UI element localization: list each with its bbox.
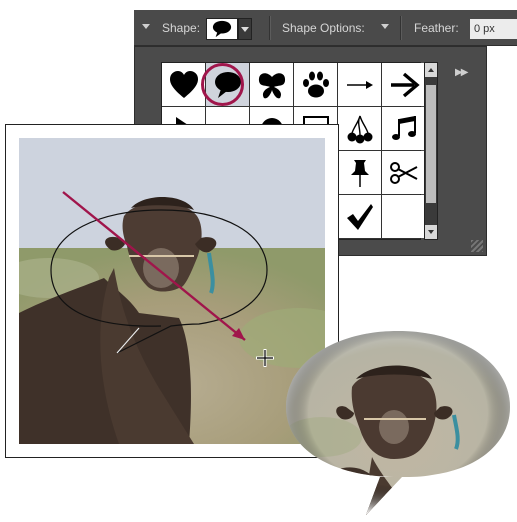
pushpin-icon <box>350 159 369 187</box>
camel-image <box>19 138 325 444</box>
shape-label: Shape: <box>162 21 201 35</box>
shape-bold-arrow[interactable] <box>382 63 425 106</box>
shape-swatch-button[interactable] <box>206 18 238 40</box>
triangle-up-icon <box>428 68 434 72</box>
options-bar: Shape: Shape Options: Feather: <box>134 10 517 46</box>
resize-grip-icon[interactable] <box>471 240 483 252</box>
shape-scrollbar[interactable] <box>424 62 438 240</box>
speech-bubble-photo <box>286 331 510 515</box>
speech-bubble-icon <box>212 20 232 38</box>
shape-paw-print[interactable] <box>294 63 337 106</box>
triangle-down-icon <box>428 230 434 234</box>
toolbar-divider <box>400 16 402 40</box>
shape-options-dropdown-icon[interactable] <box>381 24 389 29</box>
shape-cell[interactable] <box>382 195 425 238</box>
feather-input[interactable] <box>470 19 517 39</box>
paw-print-icon <box>302 71 329 97</box>
music-note-icon <box>391 115 416 140</box>
butterfly-icon <box>258 72 285 98</box>
bold-arrow-icon <box>390 72 420 97</box>
scroll-down-button[interactable] <box>425 225 437 239</box>
chevron-down-icon <box>241 27 249 32</box>
selected-shape-highlight <box>201 63 244 106</box>
feathered-result-image <box>282 327 514 517</box>
panel-menu-icon[interactable]: ▶▶ <box>455 67 468 78</box>
heart-icon <box>169 70 198 98</box>
scroll-thumb[interactable] <box>426 85 436 203</box>
shape-dropdown-button[interactable] <box>238 18 252 40</box>
shape-heart[interactable] <box>162 63 205 106</box>
checkmark-icon <box>346 203 373 230</box>
scissors-icon <box>389 161 417 184</box>
cherries-icon <box>347 115 372 143</box>
shape-cherries[interactable] <box>338 107 381 150</box>
shape-music-note[interactable] <box>382 107 425 150</box>
shape-scissors[interactable] <box>382 151 425 194</box>
shape-checkmark[interactable] <box>338 195 381 238</box>
scroll-up-button[interactable] <box>425 63 437 77</box>
feather-label: Feather: <box>414 21 459 35</box>
camel-photo[interactable] <box>19 138 325 444</box>
tool-preset-arrow-icon[interactable] <box>142 24 150 29</box>
shape-pushpin[interactable] <box>338 151 381 194</box>
shape-thin-arrow[interactable] <box>338 63 381 106</box>
shape-options-label: Shape Options: <box>282 21 365 35</box>
toolbar-divider <box>269 16 271 40</box>
shape-butterfly[interactable] <box>250 63 293 106</box>
thin-arrow-icon <box>346 80 373 89</box>
